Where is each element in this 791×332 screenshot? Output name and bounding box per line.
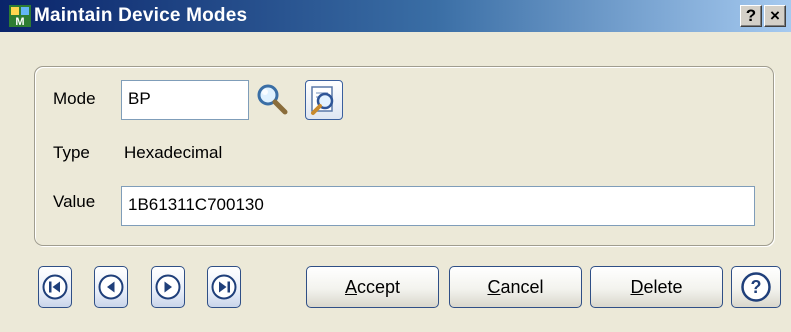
maintain-device-modes-window: M Maintain Device Modes ? × Mode BP Type… [0,0,791,332]
zoom-browse-button[interactable] [305,80,343,120]
cancel-label: ancel [500,277,544,297]
mode-input[interactable]: BP [121,80,249,120]
next-record-button[interactable] [151,266,185,308]
help-button[interactable]: ? [731,266,781,308]
type-value: Hexadecimal [124,143,223,162]
cancel-button[interactable]: Cancel [449,266,582,308]
titlebar-close-button[interactable]: × [764,5,786,27]
last-record-icon [211,274,237,300]
delete-button[interactable]: Delete [590,266,723,308]
first-record-icon [42,274,68,300]
magnifier-icon[interactable] [254,82,290,118]
window-title: Maintain Device Modes [34,5,248,26]
delete-hotkey: D [630,277,644,297]
titlebar-help-button[interactable]: ? [740,5,762,27]
value-label: Value [53,192,96,211]
previous-record-icon [98,274,124,300]
accept-hotkey: A [344,277,357,297]
first-record-button[interactable] [38,266,72,308]
accept-label: ccept [356,277,401,297]
svg-text:?: ? [751,277,762,297]
next-record-icon [155,274,181,300]
app-icon: M [9,5,31,28]
type-label: Type [53,143,90,162]
accept-button[interactable]: Accept [306,266,439,308]
previous-record-button[interactable] [94,266,128,308]
zoom-browse-icon [311,86,334,115]
delete-label: elete [643,277,683,297]
cancel-hotkey: C [487,277,501,297]
mode-label: Mode [53,89,96,108]
last-record-button[interactable] [207,266,241,308]
value-input[interactable]: 1B61311C700130 [121,186,755,226]
svg-text:M: M [15,16,24,28]
help-icon: ? [741,272,771,302]
title-bar[interactable]: M Maintain Device Modes ? × [0,0,791,32]
